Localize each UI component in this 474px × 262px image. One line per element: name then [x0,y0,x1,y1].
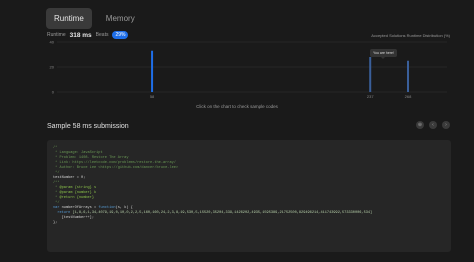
code-token: @return {number} [59,196,94,200]
code-token: * Language: JavaScript [53,151,103,155]
code-block: /* * Language: JavaScript * Problem: 140… [47,140,451,252]
runtime-label: Runtime [47,32,66,38]
code-token: * Link: https://leetcode.com/problems/re… [53,161,176,165]
code-token: [1,8,6,1,34,4079,19,0,10,0,2,2,5,160,160… [72,211,373,215]
code-token: testNumber = 0; [53,176,86,180]
code-token: @param {string} s [59,186,97,190]
code-token: numberOfArrays = [61,206,99,210]
bar[interactable] [369,57,372,92]
code-token: */ [53,201,60,205]
bar[interactable] [151,50,154,92]
code-token: /* [53,146,58,150]
chart-hint: Click on the chart to check sample codes [196,104,278,109]
code-token: var [53,206,62,210]
code-token: @param {number} k [59,191,97,195]
tab-bar: Runtime Memory [46,8,143,29]
x-tick-label: 58 [150,94,155,99]
code-token: /** [53,181,60,185]
sample-title: Sample 58 ms submission [47,123,129,130]
code-token: return [57,211,73,215]
expand-icon[interactable]: ⊕ [416,121,424,129]
code-token: * Problem: 1408. Restore The Array [53,156,129,160]
code-token: (s, k) { [115,206,133,210]
code-line: }; [53,221,445,226]
runtime-value: 318 ms [69,31,92,39]
beats-badge: 29% [112,31,129,39]
code-token: * Author: Bruce Lee <https://github.com/… [53,166,179,170]
distribution-label: Accepted Solutions Runtime Distribution … [371,33,450,38]
next-icon[interactable]: › [442,121,450,129]
sample-controls: ⊕ ‹ › [416,121,450,129]
y-tick-label: 0 [52,90,55,95]
prev-icon[interactable]: ‹ [429,121,437,129]
code-token: */ [53,171,60,175]
y-tick-label: 40 [50,40,55,45]
bar[interactable] [407,60,409,92]
tab-memory[interactable]: Memory [98,8,143,29]
tab-runtime[interactable]: Runtime [46,8,92,29]
code-token: function [98,206,116,210]
code-token: }; [53,221,58,225]
x-tick-label: 237 [367,94,374,99]
x-tick-label: 268 [405,94,412,99]
beats-label: Beats [95,32,109,38]
runtime-stats: Runtime 318 ms Beats 29% [47,31,129,39]
y-tick-label: 20 [50,65,55,70]
code-token: [testNumber++]; [53,216,94,220]
you-are-here-tooltip: You are here! [370,49,397,59]
